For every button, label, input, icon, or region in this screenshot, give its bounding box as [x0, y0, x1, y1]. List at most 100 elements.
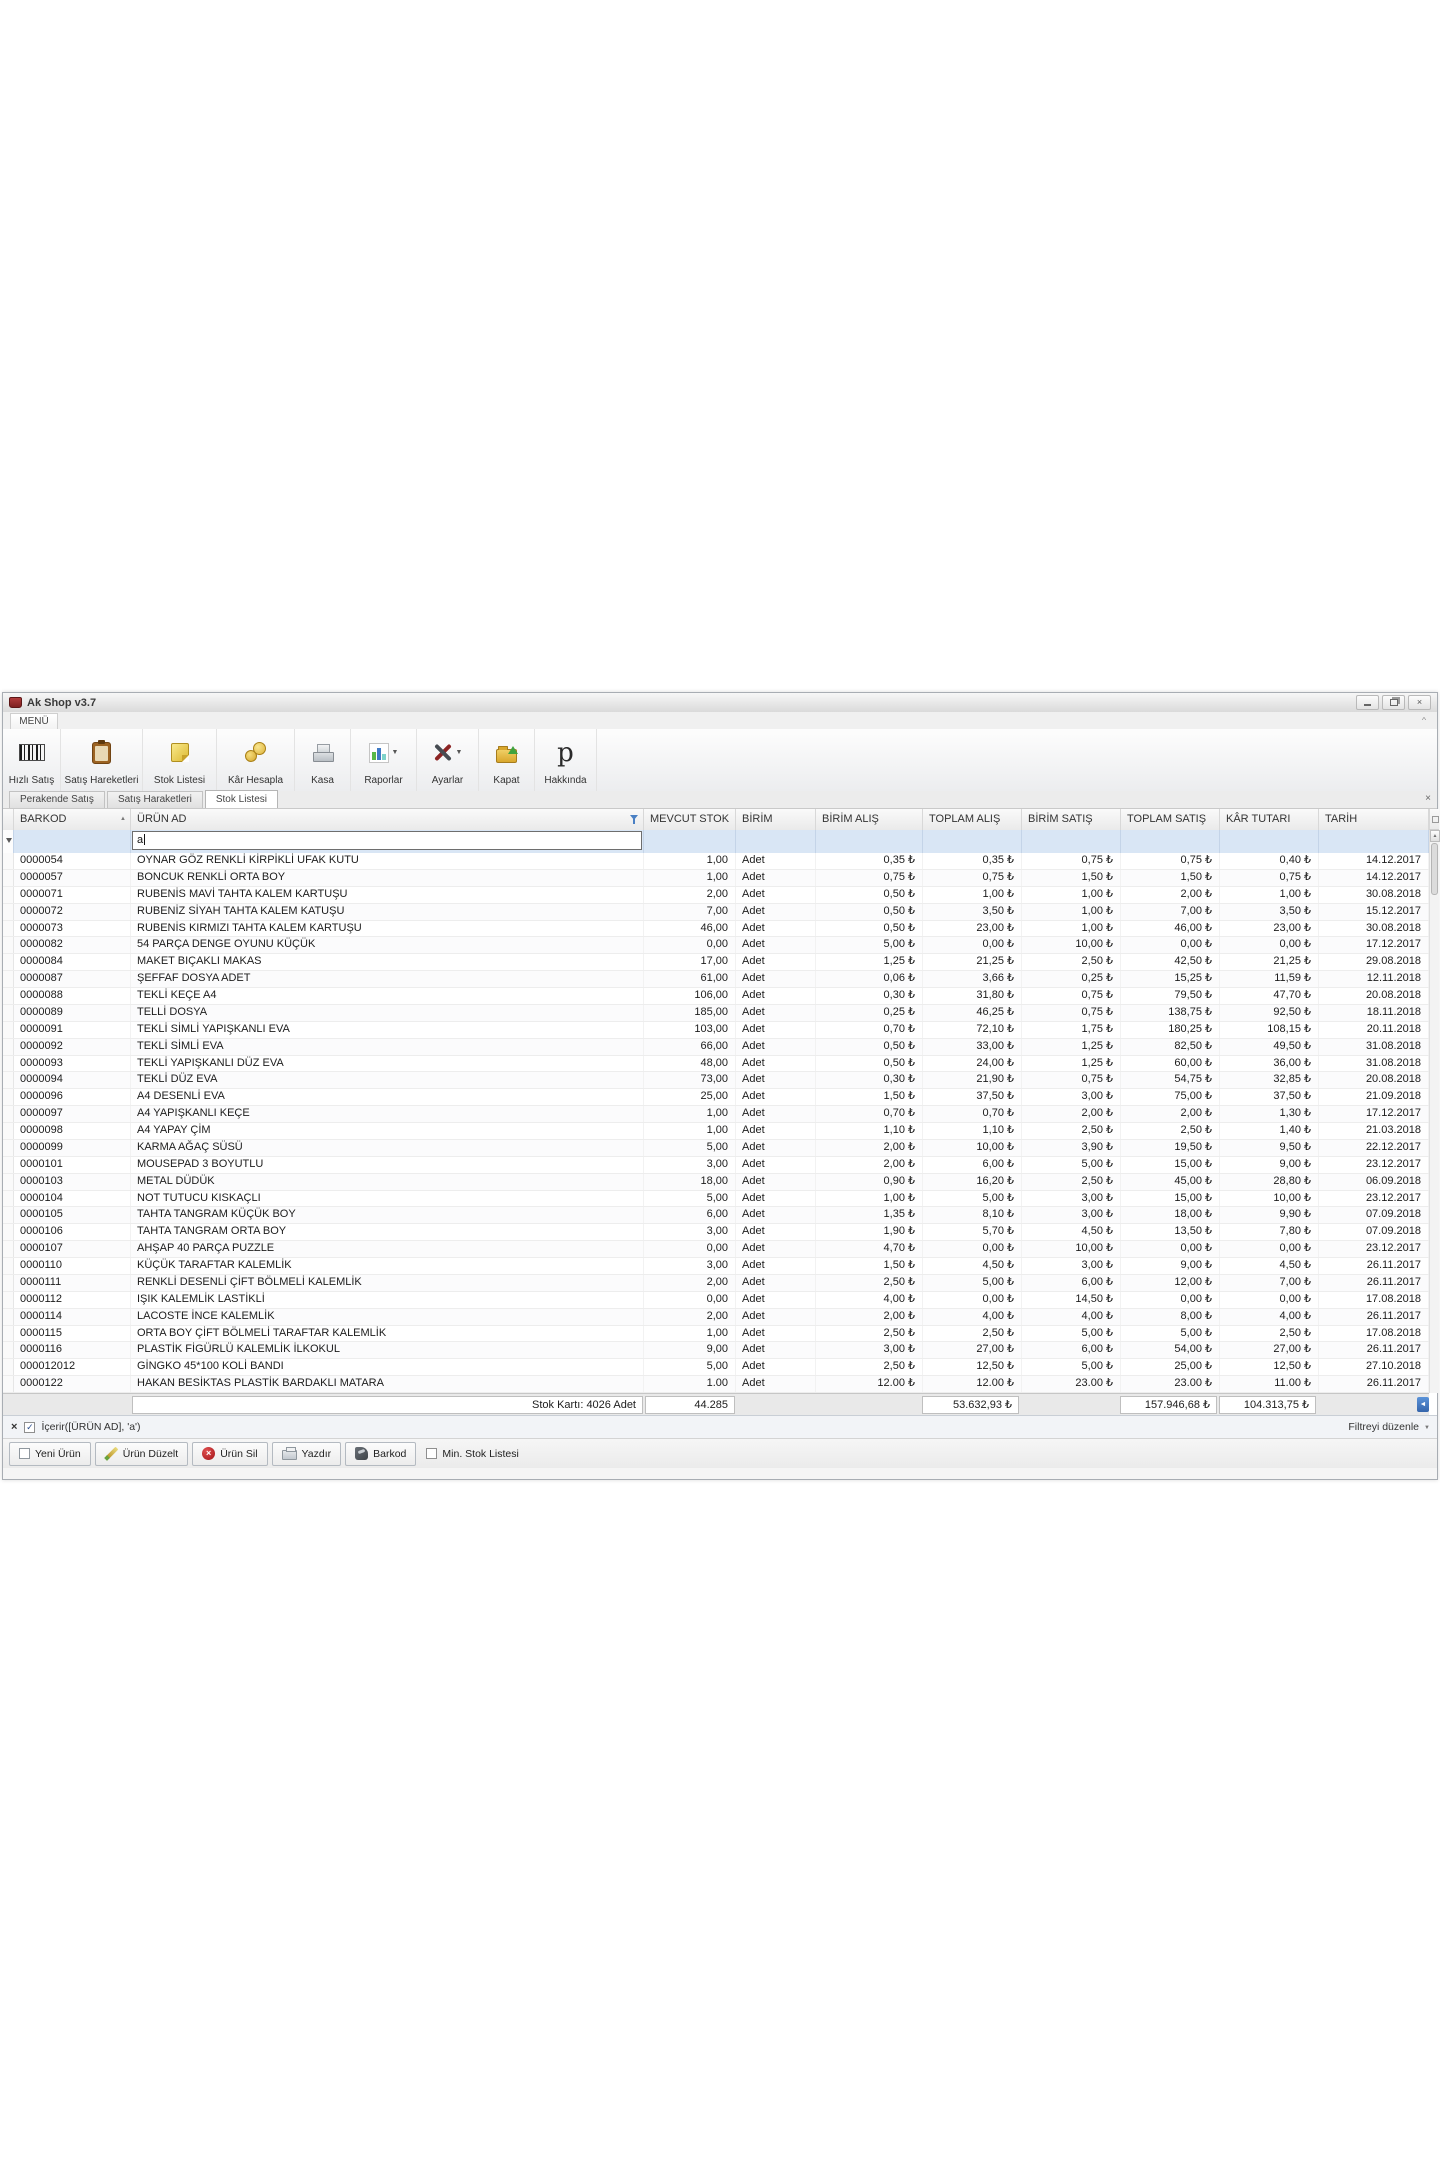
column-header-bi-ri-m-ali-[interactable]: BİRİM ALIŞ [816, 809, 923, 830]
tab-stok-listesi[interactable]: Stok Listesi [204, 790, 278, 808]
tab-perakende-sat-[interactable]: Perakende Satış [9, 791, 105, 808]
-r-n-sil-button[interactable]: × Ürün Sil [192, 1441, 268, 1466]
table-row[interactable]: 0000106 TAHTA TANGRAM ORTA BOY 3,00 Adet 1,9… [3, 1224, 1429, 1242]
column-header-k-r-tutari[interactable]: KÂR TUTARI [1220, 809, 1319, 830]
minimize-icon[interactable] [1356, 695, 1379, 710]
toolbar-button-raporlar[interactable]: ▼ Raporlar [351, 729, 417, 791]
table-row[interactable]: 0000097 A4 YAPIŞKANLI KEÇE 1,00 Adet 0,70 ₺ 0… [3, 1106, 1429, 1123]
column-header--r-n-ad[interactable]: ÜRÜN AD [131, 809, 644, 830]
filter-cell[interactable] [14, 830, 131, 853]
yeni-r-n-button[interactable]: Yeni Ürün [9, 1441, 91, 1466]
close-icon[interactable]: × [1408, 695, 1431, 710]
-r-n-d-zelt-button[interactable]: Ürün Düzelt [94, 1441, 189, 1466]
toolbar-button-kasa[interactable]: Kasa [295, 729, 351, 791]
toolbar-button-h-zl-sat-[interactable]: Hızlı Satış [3, 729, 61, 791]
cell-birim-satis: 6,00 ₺ [1022, 1342, 1121, 1359]
scroll-left-icon[interactable]: ◄ [1417, 1397, 1429, 1412]
filter-cell[interactable] [1220, 830, 1319, 853]
toolbar-button-sat-hareketleri[interactable]: Satış Hareketleri [61, 729, 143, 791]
remove-filter-icon[interactable]: × [11, 1421, 17, 1433]
yazd-r-button[interactable]: Yazdır [271, 1441, 342, 1466]
scrollbar-thumb[interactable] [1431, 843, 1438, 895]
column-header-barkod[interactable]: BARKOD ▲ [14, 809, 131, 830]
table-row[interactable]: 0000087 ŞEFFAF DOSYA ADET 61,00 Adet 0,06 ₺ 3… [3, 971, 1429, 988]
table-row[interactable]: 0000092 TEKLİ SİMLİ EVA 66,00 Adet 0,50 ₺ 33,… [3, 1038, 1429, 1056]
filter-expression[interactable]: İçerir([ÜRÜN AD], 'a') [41, 1421, 140, 1433]
table-row[interactable]: 0000104 NOT TUTUCU KISKAÇLI 5,00 Adet 1,00 ₺… [3, 1190, 1429, 1208]
edit-filter-dropdown-icon[interactable]: ▼ [1424, 1425, 1430, 1431]
table-row[interactable]: 0000107 AHŞAP 40 PARÇA PUZZLE 0,00 Adet 4,70… [3, 1241, 1429, 1258]
table-row[interactable]: 0000057 BONCUK RENKLİ ORTA BOY 1,00 Adet 0,7… [3, 869, 1429, 887]
cell-toplam-alis: 0,00 ₺ [923, 1241, 1022, 1257]
column-header-tari-h[interactable]: TARİH [1319, 809, 1429, 830]
filter-cell[interactable] [1121, 830, 1220, 853]
filter-cell[interactable] [816, 830, 923, 853]
cell-birim-satis: 2,50 ₺ [1022, 1123, 1121, 1139]
table-row[interactable]: 0000096 A4 DESENLİ EVA 25,00 Adet 1,50 ₺ 37,5… [3, 1089, 1429, 1107]
button-label: Barkod [373, 1447, 407, 1460]
restore-icon[interactable] [1382, 695, 1405, 710]
filter-active-checkbox[interactable]: ✓ [24, 1421, 36, 1433]
row-indicator [3, 903, 14, 920]
table-row[interactable]: 0000089 TELLİ DOSYA 185,00 Adet 0,25 ₺ 46,25 … [3, 1004, 1429, 1022]
filter-cell[interactable] [644, 830, 736, 853]
dropdown-arrow-icon[interactable]: ▼ [456, 749, 463, 756]
cell-toplam-satis: 13,50 ₺ [1121, 1224, 1220, 1241]
table-row[interactable]: 0000098 A4 YAPAY ÇİM 1,00 Adet 1,10 ₺ 1,10 ₺ 2… [3, 1123, 1429, 1140]
toolbar-button-kapat[interactable]: Kapat [479, 729, 535, 791]
scroll-up-icon[interactable]: ▲ [1430, 830, 1440, 842]
cell-barkod: 0000054 [14, 853, 131, 869]
tab-close-icon[interactable]: × [1425, 794, 1431, 804]
column-header-toplam-ali-[interactable]: TOPLAM ALIŞ [923, 809, 1022, 830]
column-header-mevcut-stok[interactable]: MEVCUT STOK [644, 809, 736, 830]
toolbar-button-hakk-nda[interactable]: p Hakkında [535, 729, 597, 791]
cell-toplam-alis: 21,90 ₺ [923, 1072, 1022, 1089]
table-row[interactable]: 0000088 TEKLİ KEÇE A4 106,00 Adet 0,30 ₺ 31,8… [3, 988, 1429, 1005]
table-row[interactable]: 0000071 RUBENİS MAVİ TAHTA KALEM KARTUŞU 2… [3, 886, 1429, 904]
table-row[interactable]: 000012012 GİNGKO 45*100 KOLİ BANDI 5,00 Ade… [3, 1359, 1429, 1377]
table-row[interactable]: 0000073 RUBENİS KIRMIZI TAHTA KALEM KARTU… [3, 920, 1429, 938]
table-row[interactable]: 0000111 RENKLİ DESENLİ ÇİFT BÖLMELİ KALEM… [3, 1274, 1429, 1292]
filter-cell[interactable] [736, 830, 816, 853]
column-header-bi-ri-m-sati-[interactable]: BİRİM SATIŞ [1022, 809, 1121, 830]
min-stok-checkbox[interactable] [426, 1448, 438, 1459]
table-row[interactable]: 0000094 TEKLİ DÜZ EVA 73,00 Adet 0,30 ₺ 21,90… [3, 1072, 1429, 1090]
toolbar-button-stok-listesi[interactable]: Stok Listesi [143, 729, 217, 791]
min-stok-listesi-toggle[interactable]: Min. Stok Listesi [426, 1448, 519, 1460]
edit-filter-link[interactable]: Filtreyi düzenle [1348, 1421, 1419, 1433]
column-header-bi-ri-m[interactable]: BİRİM [736, 809, 816, 830]
menu-tab[interactable]: MENÜ [10, 713, 58, 730]
filter-cell-urun-ad[interactable]: a [131, 830, 644, 853]
table-row[interactable]: 0000099 KARMA AĞAÇ SÜSÜ 5,00 Adet 2,00 ₺ 10,0… [3, 1139, 1429, 1157]
table-row[interactable]: 0000110 KÜÇÜK TARAFTAR KALEMLİK 3,00 Adet 1,… [3, 1258, 1429, 1275]
column-header-toplam-sati-[interactable]: TOPLAM SATIŞ [1121, 809, 1220, 830]
dropdown-arrow-icon[interactable]: ▼ [392, 749, 399, 756]
filter-cell[interactable] [923, 830, 1022, 853]
toolbar-button-k-r-hesapla[interactable]: Kâr Hesapla [217, 729, 295, 791]
barkod-button[interactable]: Barkod [345, 1441, 417, 1466]
table-row[interactable]: 0000101 MOUSEPAD 3 BOYUTLU 3,00 Adet 2,00 ₺ 6… [3, 1156, 1429, 1174]
table-row[interactable]: 0000112 IŞIK KALEMLİK LASTİKLİ 0,00 Adet 4,0… [3, 1291, 1429, 1309]
tab-sat-haraketleri[interactable]: Satış Haraketleri [106, 791, 203, 808]
table-row[interactable]: 0000105 TAHTA TANGRAM KÜÇÜK BOY 6,00 Adet 1,… [3, 1207, 1429, 1225]
table-row[interactable]: 0000093 TEKLİ YAPIŞKANLI DÜZ EVA 48,00 Adet… [3, 1055, 1429, 1073]
urun-ad-filter-input[interactable]: a [132, 831, 642, 850]
table-row[interactable]: 0000122 HAKAN BESİKTAS PLASTİK BARDAKLI M… [3, 1376, 1429, 1393]
ribbon-collapse-icon[interactable]: ^ [1419, 716, 1429, 724]
filter-cell[interactable] [1022, 830, 1121, 853]
filter-cell[interactable] [1319, 830, 1429, 853]
table-row[interactable]: 0000091 TEKLİ SİMLİ YAPIŞKANLI EVA 103,00 A… [3, 1021, 1429, 1039]
table-row[interactable]: 0000103 METAL DÜDÜK 18,00 Adet 0,90 ₺ 16,20 ₺… [3, 1173, 1429, 1191]
table-row[interactable]: 0000084 MAKET BIÇAKLI MAKAS 17,00 Adet 1,25 … [3, 954, 1429, 972]
toolbar-button-ayarlar[interactable]: ▼ Ayarlar [417, 729, 479, 791]
table-row[interactable]: 0000072 RUBENİZ SİYAH TAHTA KALEM KATUŞU 7… [3, 903, 1429, 921]
table-row[interactable]: 0000082 54 PARÇA DENGE OYUNU KÜÇÜK 0,00 Ade… [3, 937, 1429, 955]
vertical-scrollbar[interactable]: ▲ [1429, 830, 1440, 1393]
table-row[interactable]: 0000116 PLASTİK FİGÜRLÜ KALEMLİK İLKOKUL 9… [3, 1342, 1429, 1360]
table-row[interactable]: 0000054 OYNAR GÖZ RENKLİ KİRPİKLİ UFAK KU… [3, 853, 1429, 870]
table-row[interactable]: 0000115 ORTA BOY ÇİFT BÖLMELİ TARAFTAR KA… [3, 1325, 1429, 1343]
cell-mevcut-stok: 3,00 [644, 1258, 736, 1274]
table-row[interactable]: 0000114 LACOSTE İNCE KALEMLİK 2,00 Adet 2,00… [3, 1308, 1429, 1326]
filter-funnel-icon[interactable] [630, 815, 639, 824]
cell-barkod: 0000088 [14, 988, 131, 1004]
